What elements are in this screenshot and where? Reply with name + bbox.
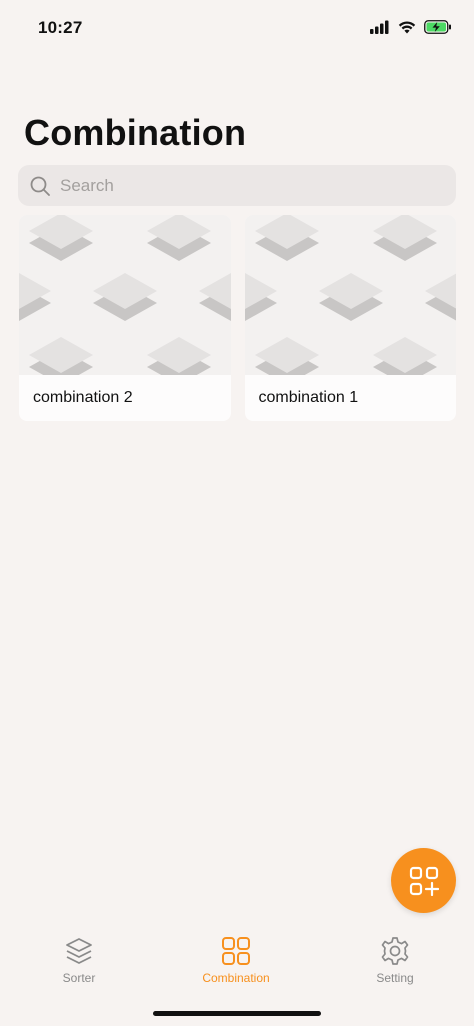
status-bar: 10:27 [0,0,474,58]
search-placeholder: Search [60,175,114,195]
gear-icon [381,937,409,965]
tab-combination[interactable]: Combination [176,936,296,985]
combination-name: combination 2 [33,389,133,406]
home-indicator [153,1011,321,1016]
combination-thumbnail [19,215,231,375]
tab-sorter-label: Sorter [62,971,96,985]
combination-thumbnail [244,215,456,375]
cellular-signal-icon [370,20,389,34]
battery-charging-icon [424,20,451,34]
combination-card[interactable]: combination 2 [19,215,231,421]
page-title: Combination [24,112,247,153]
add-combination-icon [409,866,439,896]
wifi-icon [398,21,416,34]
search-input[interactable]: Search [18,165,456,206]
combination-card[interactable]: combination 1 [244,215,456,421]
tab-sorter[interactable]: Sorter [19,936,139,985]
status-icons [370,20,452,34]
combination-list: combination 2 combination 1 [19,215,456,421]
grid-icon [222,937,250,965]
combination-name: combination 1 [258,389,359,406]
layers-icon [66,938,92,964]
layers-pattern-icon [19,215,231,375]
status-time: 10:27 [38,18,83,37]
tab-setting-label: Setting [376,971,414,985]
search-icon [30,176,50,196]
add-combination-button[interactable] [391,848,456,913]
tab-setting[interactable]: Setting [335,936,455,985]
tab-combination-label: Combination [202,971,270,985]
layers-pattern-icon [244,215,456,375]
